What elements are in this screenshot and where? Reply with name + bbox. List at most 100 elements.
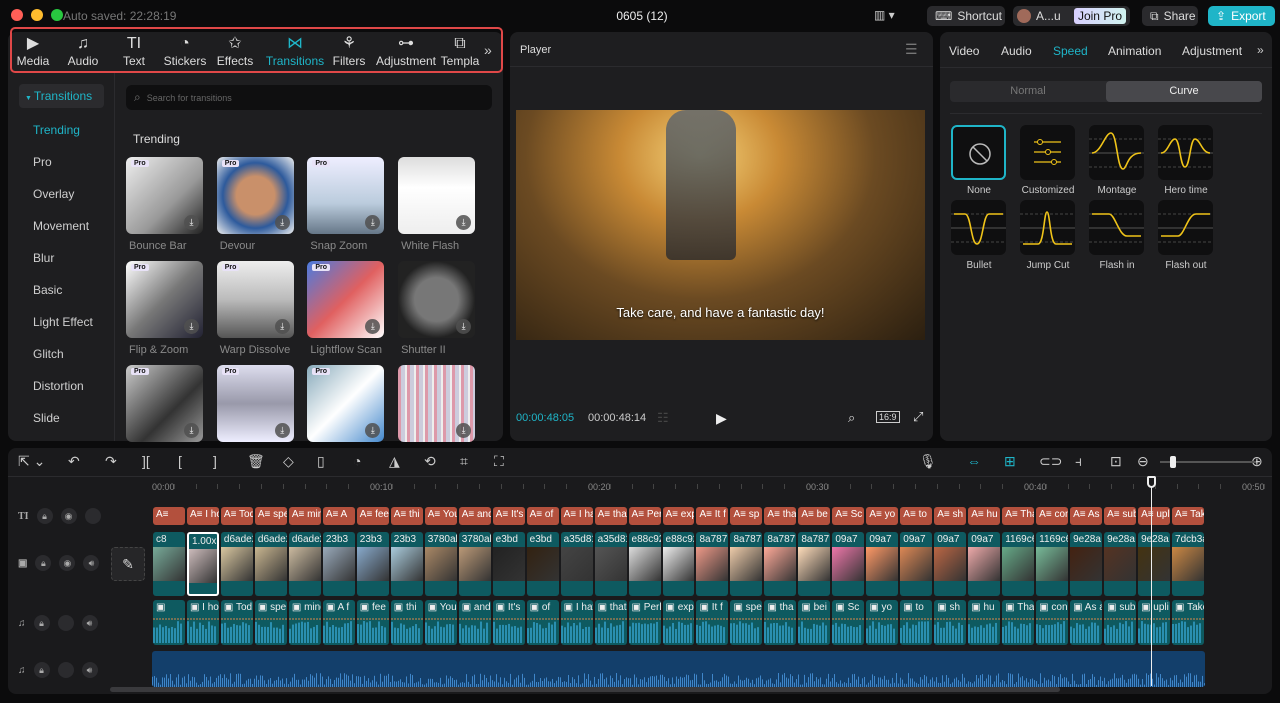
preview-icon[interactable]: ⊡	[1110, 453, 1122, 470]
download-icon[interactable]: ⤓	[275, 215, 290, 230]
audio-clip[interactable]: ▣ spe	[730, 600, 762, 645]
audio-clip[interactable]: ▣ fee	[357, 600, 389, 645]
text-clip[interactable]: A≡ and	[459, 507, 491, 525]
speaker-icon[interactable]: 🔊︎	[83, 555, 99, 571]
mode-curve[interactable]: Curve	[1106, 85, 1262, 97]
audio-clip[interactable]: ▣ con	[1036, 600, 1068, 645]
video-clip[interactable]: 09a7	[900, 532, 932, 596]
text-clip[interactable]: A≡ tha	[764, 507, 796, 525]
video-clip[interactable]: a35d81	[561, 532, 593, 596]
tab-speed[interactable]: Speed	[1053, 44, 1088, 58]
category-slide[interactable]: Slide	[33, 411, 60, 425]
transition-card[interactable]: Pro ⤓	[217, 365, 294, 442]
transition-card[interactable]: Pro ⤓	[217, 261, 294, 338]
audio-clip[interactable]: ▣ sh	[934, 600, 966, 645]
video-clip[interactable]: a35d81	[595, 532, 627, 596]
audio-clip[interactable]: ▣	[153, 600, 185, 645]
tool-audio[interactable]: ♫ Audio	[58, 34, 108, 68]
mask-icon[interactable]: ◇	[283, 453, 294, 470]
export-button[interactable]: ⇪ Export	[1208, 6, 1275, 26]
crop-icon[interactable]: ⌗	[460, 453, 468, 470]
video-clip[interactable]: 9e28a	[1138, 532, 1170, 596]
video-clip[interactable]: c8	[153, 532, 185, 596]
zoom-out-icon[interactable]: ⊖	[1137, 453, 1149, 470]
zoom-slider-handle[interactable]	[1170, 456, 1176, 468]
category-overlay[interactable]: Overlay	[33, 187, 74, 201]
playhead[interactable]	[1151, 476, 1152, 686]
video-clip[interactable]: 23b3	[391, 532, 423, 596]
video-clip[interactable]: 1169c6	[1036, 532, 1068, 596]
more-tabs-icon[interactable]: »	[1257, 43, 1264, 57]
link-main-icon[interactable]: ⇔	[967, 453, 981, 469]
text-clip[interactable]: A≡ You	[425, 507, 457, 525]
audio-clip[interactable]: ▣ hu	[968, 600, 1000, 645]
snap-icon[interactable]: ⊞	[1004, 453, 1016, 470]
split-icon[interactable]: ][	[142, 453, 150, 469]
video-clip[interactable]: 09a7	[866, 532, 898, 596]
zoom-slider[interactable]	[1160, 461, 1256, 463]
text-clip[interactable]: A≡ upli	[1138, 507, 1170, 525]
maximize-window-button[interactable]	[51, 9, 63, 21]
text-clip[interactable]: A≡ spe	[255, 507, 287, 525]
download-icon[interactable]: ⤓	[456, 215, 471, 230]
transition-card[interactable]: ⤓	[398, 261, 475, 338]
audio-clip[interactable]: ▣ As a	[1070, 600, 1102, 645]
video-clip[interactable]: 8a787	[730, 532, 762, 596]
video-clip[interactable]: 8a787	[696, 532, 728, 596]
transition-card[interactable]: Pro ⤓	[217, 157, 294, 234]
text-clip[interactable]: A≡ A	[323, 507, 355, 525]
download-icon[interactable]: ⤓	[184, 215, 199, 230]
text-clip[interactable]: A≡ mini	[289, 507, 321, 525]
audio-clip[interactable]: ▣ subs	[1104, 600, 1136, 645]
curve-montage[interactable]	[1089, 125, 1144, 180]
video-clip[interactable]: 09a7	[934, 532, 966, 596]
split-track-icon[interactable]: ⫞	[1075, 453, 1082, 470]
text-clip[interactable]: A≡	[153, 507, 185, 525]
audio-clip[interactable]: ▣ of	[527, 600, 559, 645]
curve-jump-cut[interactable]	[1020, 200, 1075, 255]
text-clip[interactable]: A≡ Take	[1172, 507, 1204, 525]
mirror-icon[interactable]: ◮	[389, 453, 400, 470]
download-icon[interactable]: ⤓	[184, 319, 199, 334]
text-clip[interactable]: A≡ of	[527, 507, 559, 525]
category-distortion[interactable]: Distortion	[33, 379, 84, 393]
curve-none[interactable]	[951, 125, 1006, 180]
audio-clip[interactable]: ▣ I hope	[187, 600, 219, 645]
category-movement[interactable]: Movement	[33, 219, 89, 233]
tool-filters[interactable]: ⚘ Filters	[324, 34, 374, 68]
video-clip[interactable]: 7dcb3a9	[1172, 532, 1204, 596]
lock-icon[interactable]: 🔒︎	[34, 662, 50, 678]
shortcut-button[interactable]: ⌨ Shortcut	[927, 6, 1005, 26]
audio-clip[interactable]: ▣ A f	[323, 600, 355, 645]
category-trending[interactable]: Trending	[33, 123, 80, 137]
text-clip[interactable]: A≡ thi	[391, 507, 423, 525]
text-clip[interactable]: A≡ As a	[1070, 507, 1102, 525]
curve-flash-out[interactable]	[1158, 200, 1213, 255]
audio-clip[interactable]: ▣ mind	[289, 600, 321, 645]
video-clip[interactable]: 23b3	[357, 532, 389, 596]
text-clip[interactable]: A≡ Tod	[221, 507, 253, 525]
audio-clip[interactable]: ▣ Tod	[221, 600, 253, 645]
text-clip[interactable]: A≡ that	[595, 507, 627, 525]
selected-video-clip[interactable]: 1.00x ▸	[187, 532, 219, 596]
text-clip[interactable]: A≡ yo	[866, 507, 898, 525]
audio-clip[interactable]: ▣ You	[425, 600, 457, 645]
curve-hero-time[interactable]	[1158, 125, 1213, 180]
audio-clip[interactable]: ▣ Sc	[832, 600, 864, 645]
audio-clip[interactable]: ▣ that	[595, 600, 627, 645]
text-clip[interactable]: A≡ sub	[1104, 507, 1136, 525]
minimize-window-button[interactable]	[31, 9, 43, 21]
lock-icon[interactable]: 🔒︎	[37, 508, 53, 524]
fullscreen-icon[interactable]: ⤢	[913, 409, 923, 425]
download-icon[interactable]: ⤓	[275, 319, 290, 334]
text-clip[interactable]: A≡ sh	[934, 507, 966, 525]
text-clip[interactable]: A≡ exp	[663, 507, 695, 525]
speed-icon[interactable]: ◔	[353, 453, 361, 469]
download-icon[interactable]: ⤓	[365, 423, 380, 438]
category-pro[interactable]: Pro	[33, 155, 52, 169]
audio-clip[interactable]: ▣ Take	[1172, 600, 1204, 645]
audio-clip[interactable]: ▣ Perl	[629, 600, 661, 645]
video-clip[interactable]: 8a787	[798, 532, 830, 596]
transition-card[interactable]: Pro ⤓	[126, 365, 203, 442]
account-button[interactable]: A...u Join Pro	[1013, 6, 1130, 26]
